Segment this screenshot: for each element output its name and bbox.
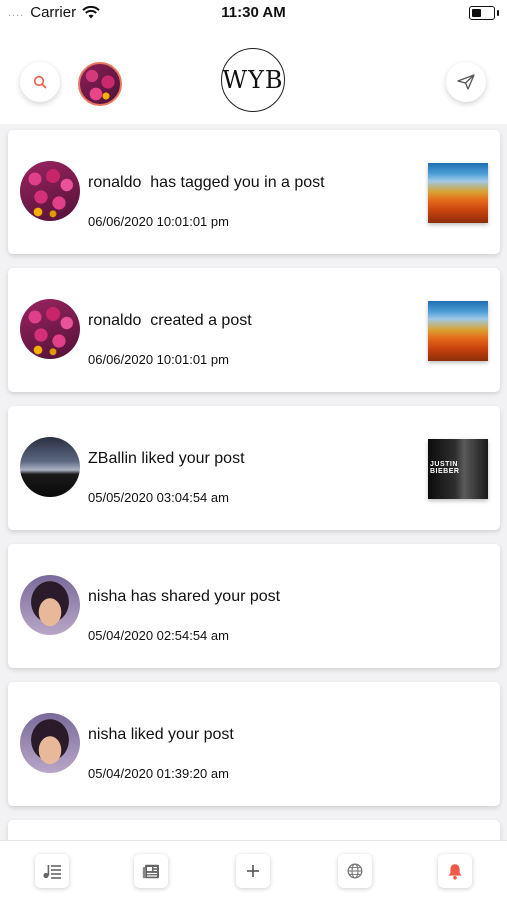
nav-add-button[interactable]: [236, 854, 270, 888]
bottom-nav: [0, 840, 507, 901]
notification-date: 05/04/2020 02:54:54 am: [88, 628, 229, 643]
app-logo: WYB: [221, 48, 285, 112]
status-bar: .... Carrier 11:30 AM: [0, 0, 507, 28]
notification-card-partial[interactable]: [8, 820, 500, 840]
notification-card[interactable]: nisha liked your post 05/04/2020 01:39:2…: [8, 682, 500, 806]
nav-music-button[interactable]: [35, 854, 69, 888]
status-time: 11:30 AM: [221, 4, 286, 21]
nav-notifications-button[interactable]: [438, 854, 472, 888]
user-avatar[interactable]: [20, 161, 80, 221]
notification-text: ronaldo has tagged you in a post: [88, 174, 325, 191]
music-list-icon: [43, 865, 61, 879]
logo-text: WYB: [222, 66, 284, 94]
paper-plane-icon: [457, 74, 475, 90]
battery-icon: [469, 6, 499, 20]
notification-text: nisha liked your post: [88, 726, 234, 743]
plus-icon: [247, 865, 259, 877]
search-button[interactable]: [20, 62, 60, 102]
notification-feed[interactable]: ronaldo has tagged you in a post 06/06/2…: [0, 128, 507, 840]
profile-avatar[interactable]: [78, 62, 122, 106]
notification-text: ZBallin liked your post: [88, 450, 245, 467]
notification-text: ronaldo created a post: [88, 312, 252, 329]
post-thumbnail[interactable]: JUSTIN BIEBER: [428, 439, 488, 499]
user-avatar[interactable]: [20, 713, 80, 773]
nav-news-button[interactable]: [134, 854, 168, 888]
notification-card[interactable]: nisha has shared your post 05/04/2020 02…: [8, 544, 500, 668]
notification-card[interactable]: ronaldo created a post 06/06/2020 10:01:…: [8, 268, 500, 392]
notification-date: 05/04/2020 01:39:20 am: [88, 766, 229, 781]
thumbnail-caption: JUSTIN BIEBER: [430, 461, 460, 475]
send-button[interactable]: [446, 62, 486, 102]
notification-date: 05/05/2020 03:04:54 am: [88, 490, 229, 505]
user-avatar[interactable]: [20, 299, 80, 359]
nav-explore-button[interactable]: [338, 854, 372, 888]
notification-date: 06/06/2020 10:01:01 pm: [88, 352, 229, 367]
user-avatar[interactable]: [20, 437, 80, 497]
app-header: WYB: [0, 28, 507, 124]
bell-icon: [448, 863, 462, 880]
globe-icon: [347, 863, 363, 879]
post-thumbnail[interactable]: [428, 301, 488, 361]
notification-card[interactable]: ZBallin liked your post 05/05/2020 03:04…: [8, 406, 500, 530]
notification-date: 06/06/2020 10:01:01 pm: [88, 214, 229, 229]
search-icon: [33, 75, 47, 89]
user-avatar[interactable]: [20, 575, 80, 635]
notification-text: nisha has shared your post: [88, 588, 281, 605]
newspaper-icon: [142, 864, 159, 878]
post-thumbnail[interactable]: [428, 163, 488, 223]
notification-card[interactable]: ronaldo has tagged you in a post 06/06/2…: [8, 130, 500, 254]
